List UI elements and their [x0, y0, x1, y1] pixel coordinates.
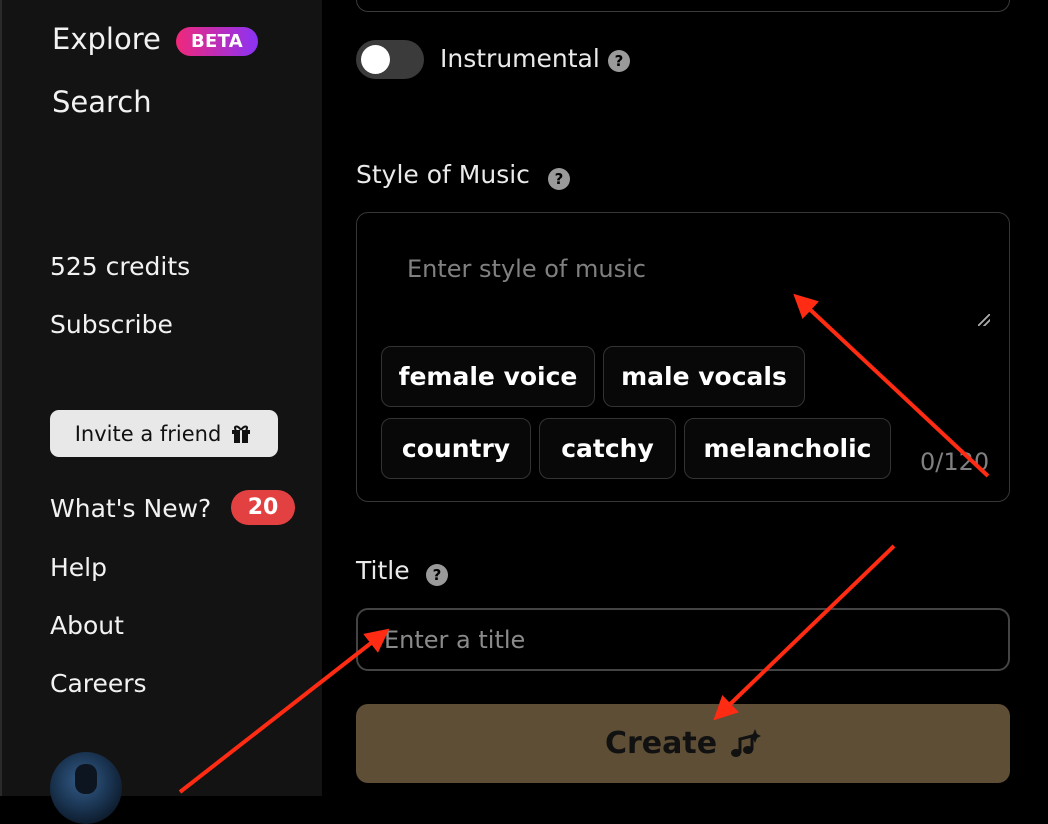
resize-handle-icon[interactable]	[978, 314, 990, 326]
whats-new-link[interactable]: What's New?	[50, 494, 211, 523]
toggle-knob	[361, 45, 390, 74]
help-icon[interactable]: ?	[426, 564, 448, 586]
instrumental-toggle[interactable]	[356, 40, 424, 79]
style-of-music-label: Style of Music	[356, 160, 530, 189]
invite-friend-label: Invite a friend	[74, 421, 222, 446]
lyrics-field-edge[interactable]	[356, 0, 1010, 12]
style-chip-melancholic[interactable]: melancholic	[684, 418, 891, 479]
create-button-label: Create	[604, 726, 718, 761]
style-chip-female-voice[interactable]: female voice	[381, 346, 595, 407]
credits-label: 525 credits	[50, 252, 191, 281]
gift-icon	[232, 425, 251, 443]
nav-explore[interactable]: Explore	[52, 22, 161, 56]
style-chip-country[interactable]: country	[381, 418, 531, 479]
music-sparkle-icon	[731, 728, 762, 757]
avatar[interactable]	[50, 752, 122, 824]
beta-badge: BETA	[176, 27, 258, 56]
style-of-music-input[interactable]	[405, 248, 929, 290]
style-character-counter: 0/120	[920, 448, 990, 476]
title-input[interactable]	[356, 608, 1010, 671]
sidebar: Explore BETA Search 525 credits Subscrib…	[0, 0, 322, 824]
title-label: Title	[356, 556, 410, 585]
invite-friend-button[interactable]: Invite a friend	[50, 410, 278, 457]
whats-new-count-badge: 20	[231, 490, 295, 525]
create-button[interactable]: Create	[356, 704, 1010, 783]
style-chip-catchy[interactable]: catchy	[539, 418, 676, 479]
help-icon[interactable]: ?	[548, 168, 570, 190]
about-link[interactable]: About	[50, 611, 124, 640]
help-link[interactable]: Help	[50, 553, 107, 582]
style-chip-male-vocals[interactable]: male vocals	[603, 346, 805, 407]
help-icon[interactable]: ?	[608, 50, 630, 72]
instrumental-label: Instrumental	[440, 44, 600, 73]
nav-search[interactable]: Search	[52, 85, 152, 119]
subscribe-link[interactable]: Subscribe	[50, 310, 173, 339]
careers-link[interactable]: Careers	[50, 669, 147, 698]
